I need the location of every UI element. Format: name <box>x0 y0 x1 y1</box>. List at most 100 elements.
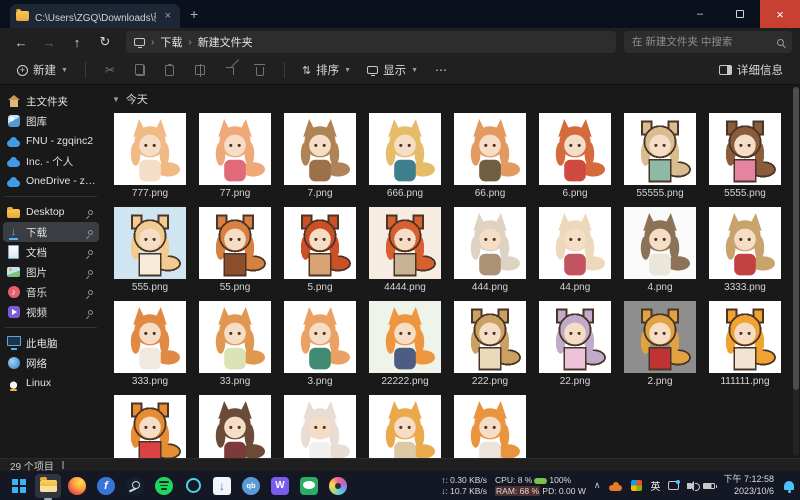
file-tile-555.png[interactable]: 555.png <box>110 207 190 294</box>
file-tile-22222.png[interactable]: 22222.png <box>365 301 445 388</box>
cloud-icon <box>6 174 21 189</box>
scrollbar[interactable] <box>793 87 799 456</box>
scrollbar-thumb[interactable] <box>793 87 799 390</box>
notification-bell-icon[interactable] <box>784 481 794 493</box>
taskbar-app-explorer[interactable] <box>35 473 61 500</box>
clock[interactable]: 下午 7:12:58 2023/10/6 <box>723 474 774 497</box>
sidebar-item-video[interactable]: 视频 <box>3 302 99 322</box>
forward-button[interactable]: → <box>36 31 62 53</box>
close-button[interactable]: × <box>760 0 800 28</box>
sidebar-item-net[interactable]: 网络 <box>3 353 99 373</box>
taskbar-app-files[interactable]: f <box>93 474 119 498</box>
file-tile-22.png[interactable]: 22.png <box>535 301 615 388</box>
share-button[interactable] <box>216 59 244 81</box>
back-button[interactable]: ← <box>8 31 34 53</box>
file-tile-444.png[interactable]: 444.png <box>450 207 530 294</box>
refresh-button[interactable]: ↻ <box>92 31 118 53</box>
battery-icon[interactable] <box>703 482 718 489</box>
sidebar-item-cloud[interactable]: FNU - zgqinc2 <box>3 131 99 151</box>
file-tile-2.png[interactable]: 2.png <box>620 301 700 388</box>
file-tile-111111.png[interactable]: 111111.png <box>705 301 785 388</box>
taskbar-app-steam[interactable] <box>122 474 148 498</box>
cut-button[interactable]: ✂ <box>96 59 124 81</box>
taskbar-app-watt[interactable]: W <box>267 474 293 498</box>
file-tile-4444.png[interactable]: 4444.png <box>365 207 445 294</box>
hidden-icons-chevron[interactable]: ∧ <box>594 480 601 491</box>
up-button[interactable]: ↑ <box>64 31 90 53</box>
copy-button[interactable] <box>126 59 154 81</box>
cpu-ram-monitor[interactable]: CPU: 8 % 100% RAM: 68 % PD: 0.00 W <box>495 475 586 496</box>
file-tile-222.png[interactable]: 222.png <box>450 301 530 388</box>
sidebar-item-gallery[interactable]: 图库 <box>3 111 99 131</box>
file-tile-7.png[interactable]: 7.png <box>280 113 360 200</box>
taskbar-app-paint[interactable] <box>325 474 351 498</box>
file-tile-66.png[interactable]: 66.png <box>450 113 530 200</box>
sidebar-item-cloud[interactable]: Inc. - 个人 <box>3 151 99 171</box>
colorful-tray-icon[interactable] <box>631 480 643 491</box>
sidebar-item-pic[interactable]: 图片 <box>3 262 99 282</box>
taskbar-app-spotify[interactable] <box>151 474 177 498</box>
sidebar-item-folder[interactable]: Desktop <box>3 202 99 222</box>
file-tile-3.png[interactable]: 3.png <box>280 301 360 388</box>
file-tile-33.png[interactable]: 33.png <box>195 301 275 388</box>
sidebar-item-download[interactable]: 下载 <box>3 222 99 242</box>
rename-button[interactable] <box>186 59 214 81</box>
speaker-icon[interactable] <box>687 480 701 491</box>
network-speed[interactable]: ↑: 0.30 KB/s ↓: 10.7 KB/s <box>441 475 487 496</box>
file-tile-55555.png[interactable]: 55555.png <box>620 113 700 200</box>
video-icon <box>6 305 21 320</box>
sidebar-item-cloud[interactable]: OneDrive - zgqinc <box>3 171 99 191</box>
sidebar-item-linux[interactable]: Linux <box>3 373 99 393</box>
file-tile[interactable] <box>365 395 445 458</box>
taskbar-app-downloader[interactable]: ↓ <box>209 474 235 498</box>
view-button[interactable]: 显示 ▼ <box>360 58 425 82</box>
sort-button[interactable]: ⇅ 排序 ▼ <box>295 58 358 82</box>
explorer-tab[interactable]: C:\Users\ZGQ\Downloads\新建 × <box>10 4 180 28</box>
new-button[interactable]: + 新建 ▼ <box>10 58 75 82</box>
more-button[interactable]: ⋯ <box>427 59 455 81</box>
breadcrumb[interactable]: › 下载 › 新建文件夹 <box>126 31 616 53</box>
search-input[interactable] <box>632 36 771 48</box>
group-header-today[interactable]: ▼ 今天 <box>112 91 790 107</box>
taskbar-app-firefox[interactable] <box>64 474 90 498</box>
file-tile[interactable] <box>110 395 190 458</box>
breadcrumb-downloads[interactable]: 下载 <box>160 34 182 50</box>
file-thumbnail <box>369 301 441 373</box>
sidebar-item-doc[interactable]: 文档 <box>3 242 99 262</box>
cast-tray-icon[interactable] <box>668 480 681 490</box>
taskbar-app-wechat[interactable] <box>296 474 322 498</box>
sidebar-item-music[interactable]: 音乐 <box>3 282 99 302</box>
file-tile-77.png[interactable]: 77.png <box>195 113 275 200</box>
file-tile[interactable] <box>195 395 275 458</box>
file-tile-3333.png[interactable]: 3333.png <box>705 207 785 294</box>
file-tile-5.png[interactable]: 5.png <box>280 207 360 294</box>
file-tile-44.png[interactable]: 44.png <box>535 207 615 294</box>
details-pane-button[interactable]: 详细信息 <box>712 58 790 82</box>
file-tile[interactable] <box>450 395 530 458</box>
minimize-button[interactable]: – <box>680 0 720 28</box>
file-tile-5555.png[interactable]: 5555.png <box>705 113 785 200</box>
paste-button[interactable] <box>156 59 184 81</box>
cloud-icon <box>6 134 21 149</box>
search-box[interactable] <box>624 31 792 53</box>
file-name: 55555.png <box>636 188 684 199</box>
delete-button[interactable] <box>246 59 274 81</box>
file-tile-6.png[interactable]: 6.png <box>535 113 615 200</box>
breadcrumb-new-folder[interactable]: 新建文件夹 <box>198 34 253 50</box>
sidebar-item-home[interactable]: 主文件夹 <box>3 91 99 111</box>
file-tile-666.png[interactable]: 666.png <box>365 113 445 200</box>
sidebar-item-pc[interactable]: 此电脑 <box>3 333 99 353</box>
ime-indicator[interactable]: 英 <box>650 478 660 493</box>
taskbar-app-qbittorrent[interactable]: qb <box>238 474 264 498</box>
maximize-button[interactable] <box>720 0 760 28</box>
cloud-drive-tray-icon[interactable] <box>608 480 623 492</box>
taskbar-app-quark[interactable] <box>180 474 206 498</box>
file-tile-333.png[interactable]: 333.png <box>110 301 190 388</box>
file-tile-777.png[interactable]: 777.png <box>110 113 190 200</box>
file-tile-4.png[interactable]: 4.png <box>620 207 700 294</box>
file-tile-55.png[interactable]: 55.png <box>195 207 275 294</box>
file-tile[interactable] <box>280 395 360 458</box>
tab-close-icon[interactable]: × <box>162 10 174 22</box>
new-tab-button[interactable]: + <box>190 6 198 22</box>
taskbar-app-start[interactable] <box>6 474 32 498</box>
